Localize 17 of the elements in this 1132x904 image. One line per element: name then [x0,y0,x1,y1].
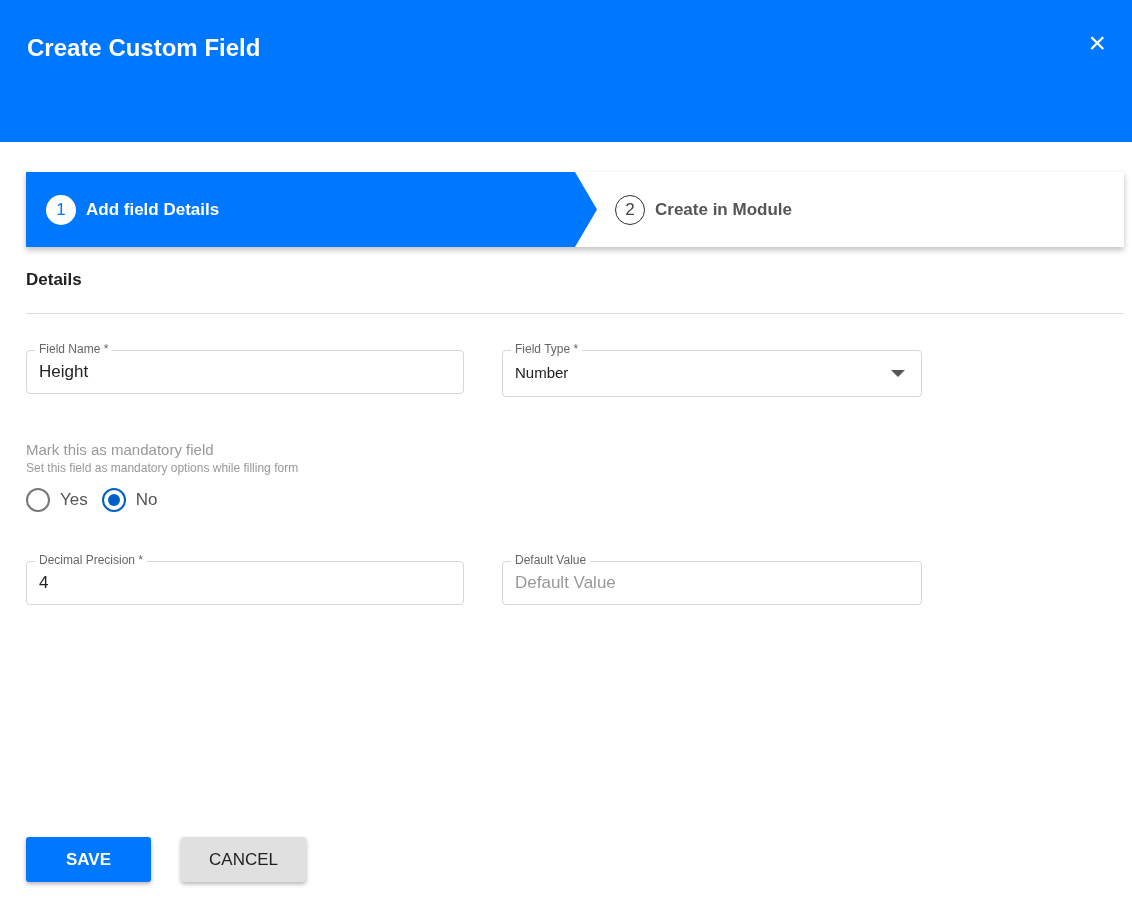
step-tab[interactable]: 2 Create in Module [597,172,1124,247]
radio-option[interactable]: No [101,487,158,513]
mandatory-title: Mark this as mandatory field [26,441,215,459]
field-label: Field Type * [511,342,583,356]
field-label: Field Name * [35,342,113,356]
mandatory-hint: Set this field as mandatory options while filling form [26,461,300,475]
radio-option[interactable]: Yes [26,487,88,513]
close-button[interactable]: × [1088,28,1106,58]
field-label: Decimal Precision * [35,552,148,567]
save-button[interactable]: SAVE [26,837,151,882]
field-label: Default Value [511,552,591,567]
step-tab[interactable]: 1 Add field Details [26,172,597,247]
caret-icon [891,370,905,377]
section-title: Details [26,270,83,290]
cancel-button[interactable]: CANCEL [181,837,306,882]
step-number: 1 [46,194,76,225]
dialog-title: Create Custom Field [27,33,261,63]
